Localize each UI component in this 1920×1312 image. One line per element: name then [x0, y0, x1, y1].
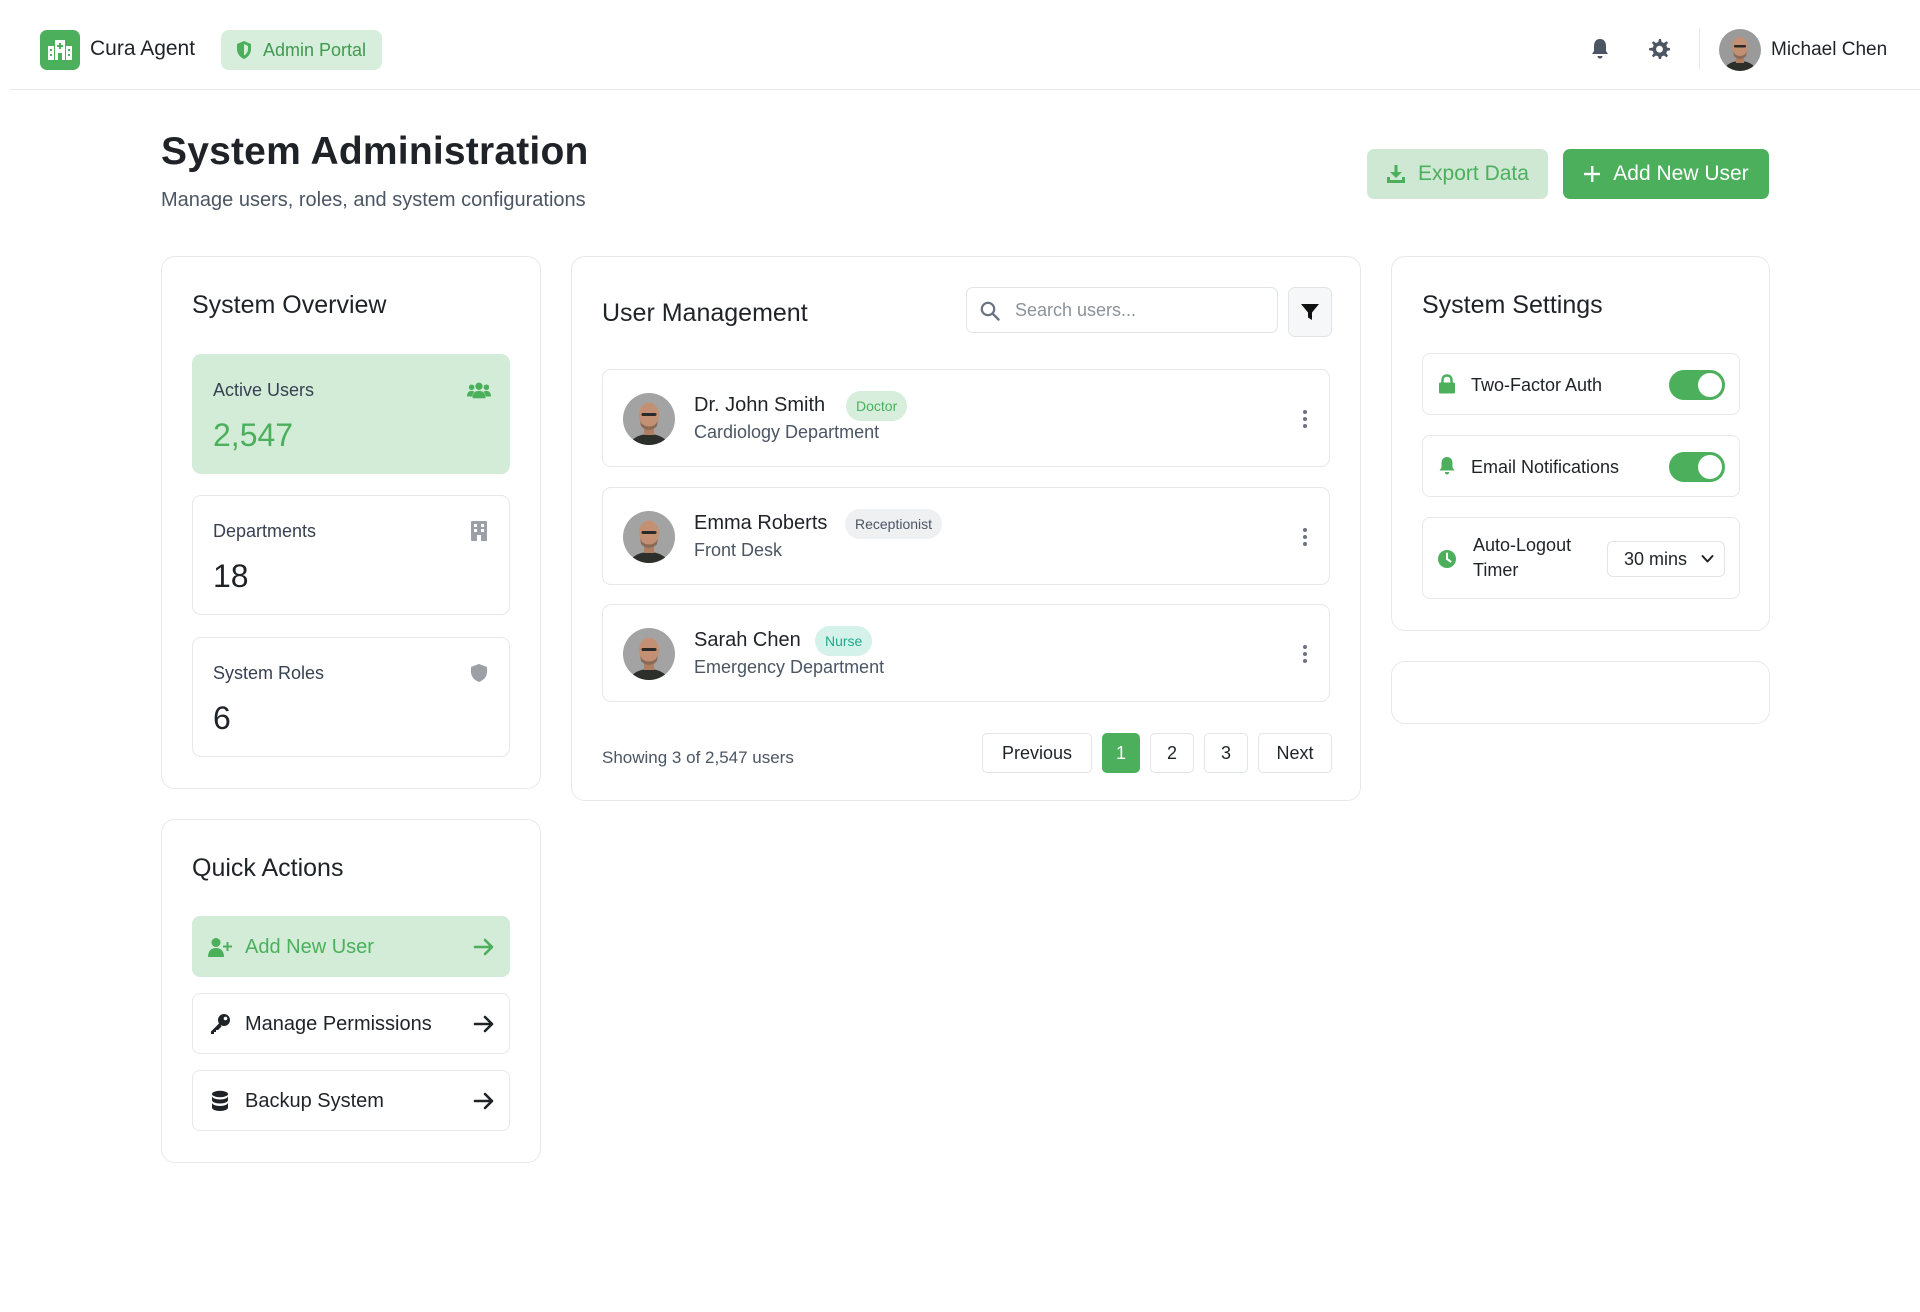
portal-badge-label: Admin Portal — [263, 39, 367, 60]
empty-card — [1391, 661, 1770, 724]
quick-actions-card: Quick Actions Add New User Manage Permis… — [161, 819, 541, 1163]
user-management-title: User Management — [602, 299, 808, 327]
setting-label: Email Notifications — [1471, 457, 1620, 477]
brand-name[interactable]: Cura Agent — [90, 37, 195, 61]
database-icon — [207, 1089, 233, 1113]
search-field[interactable] — [966, 287, 1278, 333]
toggle-knob — [1698, 455, 1722, 479]
stat-label: Active Users — [213, 380, 315, 400]
setting-auto-logout: Auto-Logout Timer 30 mins — [1422, 517, 1740, 599]
setting-two-factor: Two-Factor Auth — [1422, 353, 1740, 415]
clock-icon — [1437, 549, 1457, 569]
stat-label: Departments — [213, 521, 317, 541]
header-divider — [1699, 28, 1700, 70]
add-new-user-button[interactable]: Add New User — [1563, 149, 1769, 199]
page-button-3[interactable]: 3 — [1204, 733, 1248, 773]
download-icon — [1387, 165, 1406, 183]
add-new-user-label: Add New User — [1613, 162, 1749, 185]
gear-icon[interactable] — [1647, 37, 1671, 61]
user-department: Cardiology Department — [694, 422, 880, 442]
user-management-card: User Management Dr. John Smith Doctor — [571, 256, 1361, 801]
top-bar: Cura Agent Admin Portal Michael Chen — [10, 0, 1920, 90]
stat-active-users[interactable]: Active Users 2,547 — [192, 354, 510, 474]
user-row[interactable]: Dr. John Smith Doctor Cardiology Departm… — [602, 369, 1330, 467]
user-department: Emergency Department — [694, 657, 885, 677]
setting-label: Two-Factor Auth — [1471, 375, 1603, 395]
page-title: System Administration — [161, 130, 589, 173]
page-subtitle: Manage users, roles, and system configur… — [161, 189, 586, 211]
shield-icon — [237, 41, 251, 59]
quick-action-label: Add New User — [245, 936, 374, 958]
arrow-right-icon — [473, 1015, 494, 1033]
more-options-icon[interactable] — [1301, 526, 1309, 548]
page-button-1[interactable]: 1 — [1102, 733, 1140, 773]
user-row[interactable]: Sarah Chen Nurse Emergency Department — [602, 604, 1330, 702]
quick-action-backup-system[interactable]: Backup System — [192, 1070, 510, 1131]
filter-icon — [1301, 304, 1319, 320]
setting-label-line2: Timer — [1473, 560, 1519, 580]
system-settings-card: System Settings Two-Factor Auth Email No… — [1391, 256, 1770, 631]
email-notifications-toggle[interactable] — [1669, 452, 1725, 482]
hospital-icon[interactable] — [40, 30, 80, 70]
filter-button[interactable] — [1288, 287, 1332, 337]
quick-action-add-user[interactable]: Add New User — [192, 916, 510, 977]
auto-logout-select[interactable]: 30 mins — [1607, 541, 1725, 577]
stat-label: System Roles — [213, 663, 325, 683]
user-row[interactable]: Emma Roberts Receptionist Front Desk — [602, 487, 1330, 585]
chevron-down-icon — [1701, 555, 1714, 563]
export-data-button[interactable]: Export Data — [1367, 149, 1548, 199]
user-name[interactable]: Michael Chen — [1771, 39, 1887, 61]
user-name[interactable]: Dr. John Smith — [694, 394, 825, 417]
more-options-icon[interactable] — [1301, 408, 1309, 430]
search-input[interactable] — [1015, 296, 1265, 324]
stat-value: 18 — [213, 558, 249, 594]
role-badge: Doctor — [846, 391, 908, 421]
bell-icon — [1437, 456, 1457, 476]
user-plus-icon — [207, 935, 233, 959]
plus-icon — [1584, 166, 1601, 182]
arrow-right-icon — [473, 1092, 494, 1110]
avatar — [623, 511, 675, 563]
user-name[interactable]: Emma Roberts — [694, 512, 827, 535]
page-button-2[interactable]: 2 — [1150, 733, 1194, 773]
system-overview-card: System Overview Active Users 2,547 Depar… — [161, 256, 541, 789]
two-factor-toggle[interactable] — [1669, 370, 1725, 400]
avatar — [623, 393, 675, 445]
bell-icon[interactable] — [1588, 37, 1612, 61]
key-icon — [207, 1012, 233, 1036]
stat-system-roles[interactable]: System Roles 6 — [192, 637, 510, 757]
arrow-right-icon — [473, 938, 494, 956]
stat-departments[interactable]: Departments 18 — [192, 495, 510, 615]
stat-value: 2,547 — [213, 417, 294, 453]
previous-page-button[interactable]: Previous — [982, 733, 1092, 773]
search-icon — [980, 301, 1000, 321]
toggle-knob — [1698, 373, 1722, 397]
auto-logout-value: 30 mins — [1624, 548, 1688, 569]
system-overview-title: System Overview — [192, 291, 387, 319]
next-page-button[interactable]: Next — [1258, 733, 1332, 773]
showing-count: Showing 3 of 2,547 users — [602, 748, 794, 767]
admin-portal-badge: Admin Portal — [221, 30, 383, 70]
more-options-icon[interactable] — [1301, 643, 1309, 665]
quick-action-manage-permissions[interactable]: Manage Permissions — [192, 993, 510, 1054]
building-icon — [467, 520, 491, 542]
lock-icon — [1437, 374, 1457, 394]
quick-action-label: Manage Permissions — [245, 1013, 432, 1035]
quick-actions-title: Quick Actions — [192, 854, 344, 882]
user-name[interactable]: Sarah Chen — [694, 629, 801, 652]
role-badge: Nurse — [815, 626, 873, 656]
avatar — [623, 628, 675, 680]
stat-value: 6 — [213, 700, 231, 736]
quick-action-label: Backup System — [245, 1090, 384, 1112]
shield-icon — [467, 662, 491, 684]
role-badge: Receptionist — [845, 509, 943, 539]
user-department: Front Desk — [694, 540, 783, 560]
users-icon — [467, 379, 491, 401]
system-settings-title: System Settings — [1422, 291, 1603, 319]
avatar[interactable] — [1719, 29, 1761, 71]
setting-email-notifications: Email Notifications — [1422, 435, 1740, 497]
export-data-label: Export Data — [1418, 162, 1529, 185]
setting-label: Auto-Logout — [1473, 535, 1572, 555]
